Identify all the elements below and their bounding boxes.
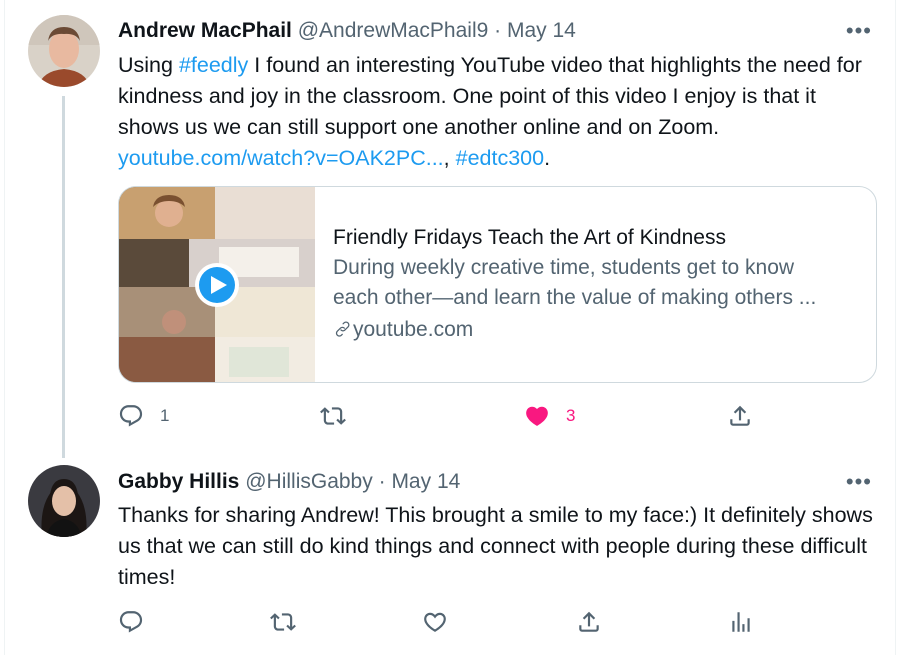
like-count: 3 <box>566 406 576 425</box>
like-icon <box>424 612 446 632</box>
tweet-date[interactable]: May 14 <box>391 470 460 493</box>
display-name[interactable]: Andrew MacPhail <box>118 19 292 42</box>
tweet-actions <box>118 609 758 639</box>
tweet-text-segment: Using <box>118 53 179 77</box>
hashtag-link[interactable]: #edtc300 <box>456 146 544 170</box>
youtube-link[interactable]: youtube.com/watch?v=OAK2PC... <box>118 146 444 170</box>
tweet-text: Using #feedly I found an interesting You… <box>118 50 878 174</box>
like-button[interactable]: 3 <box>524 403 575 429</box>
thread-line <box>62 96 65 458</box>
card-title: Friendly Fridays Teach the Art of Kindne… <box>333 226 726 249</box>
tweet-header: Gabby Hillis @HillisGabby · May 14 <box>118 470 460 494</box>
card-body: Friendly Fridays Teach the Art of Kindne… <box>333 223 863 345</box>
reply-button[interactable] <box>118 609 144 635</box>
display-name[interactable]: Gabby Hillis <box>118 470 239 493</box>
share-icon <box>579 611 599 632</box>
tweet-text: Thanks for sharing Andrew! This brought … <box>118 503 873 589</box>
reply-count: 1 <box>160 406 170 425</box>
hashtag-link[interactable]: #feedly <box>179 53 248 77</box>
card-description: each other—and learn the value of making… <box>333 286 817 309</box>
reply-icon <box>119 405 143 427</box>
separator-dot: · <box>378 470 386 493</box>
card-domain-text: youtube.com <box>353 318 474 341</box>
tweet-header: Andrew MacPhail @AndrewMacPhail9 · May 1… <box>118 19 576 43</box>
user-handle[interactable]: @HillisGabby <box>245 470 373 493</box>
video-thumbnail[interactable] <box>119 187 315 382</box>
retweet-button[interactable] <box>270 609 296 635</box>
share-icon <box>730 405 750 426</box>
period: . <box>544 146 551 170</box>
link-icon <box>335 321 350 337</box>
reply-button[interactable]: 1 <box>118 403 169 429</box>
user-handle[interactable]: @AndrewMacPhail9 <box>298 19 489 42</box>
tweet-andrew[interactable]: Andrew MacPhail @AndrewMacPhail9 · May 1… <box>0 0 900 460</box>
analytics-icon <box>732 612 750 632</box>
play-icon[interactable] <box>195 263 239 307</box>
separator-dot: · <box>494 19 502 42</box>
avatar[interactable] <box>28 15 100 87</box>
link-card[interactable]: Friendly Fridays Teach the Art of Kindne… <box>118 186 877 383</box>
retweet-icon <box>320 407 346 425</box>
reply-icon <box>119 611 143 633</box>
analytics-button[interactable] <box>728 609 754 635</box>
avatar[interactable] <box>28 465 100 537</box>
more-icon[interactable]: ••• <box>846 469 872 495</box>
tweet-gabby[interactable]: Gabby Hillis @HillisGabby · May 14 ••• T… <box>0 460 900 655</box>
retweet-button[interactable] <box>320 403 362 429</box>
share-button[interactable] <box>727 403 753 429</box>
like-button[interactable] <box>422 609 448 635</box>
more-icon[interactable]: ••• <box>846 18 872 44</box>
tweet-actions: 1 3 <box>118 403 758 433</box>
comma: , <box>443 146 456 170</box>
retweet-icon <box>270 613 296 631</box>
like-icon <box>526 406 548 426</box>
tweet-date[interactable]: May 14 <box>507 19 576 42</box>
share-button[interactable] <box>576 609 602 635</box>
card-domain: youtube.com <box>333 315 863 345</box>
card-description: During weekly creative time, students ge… <box>333 256 795 279</box>
